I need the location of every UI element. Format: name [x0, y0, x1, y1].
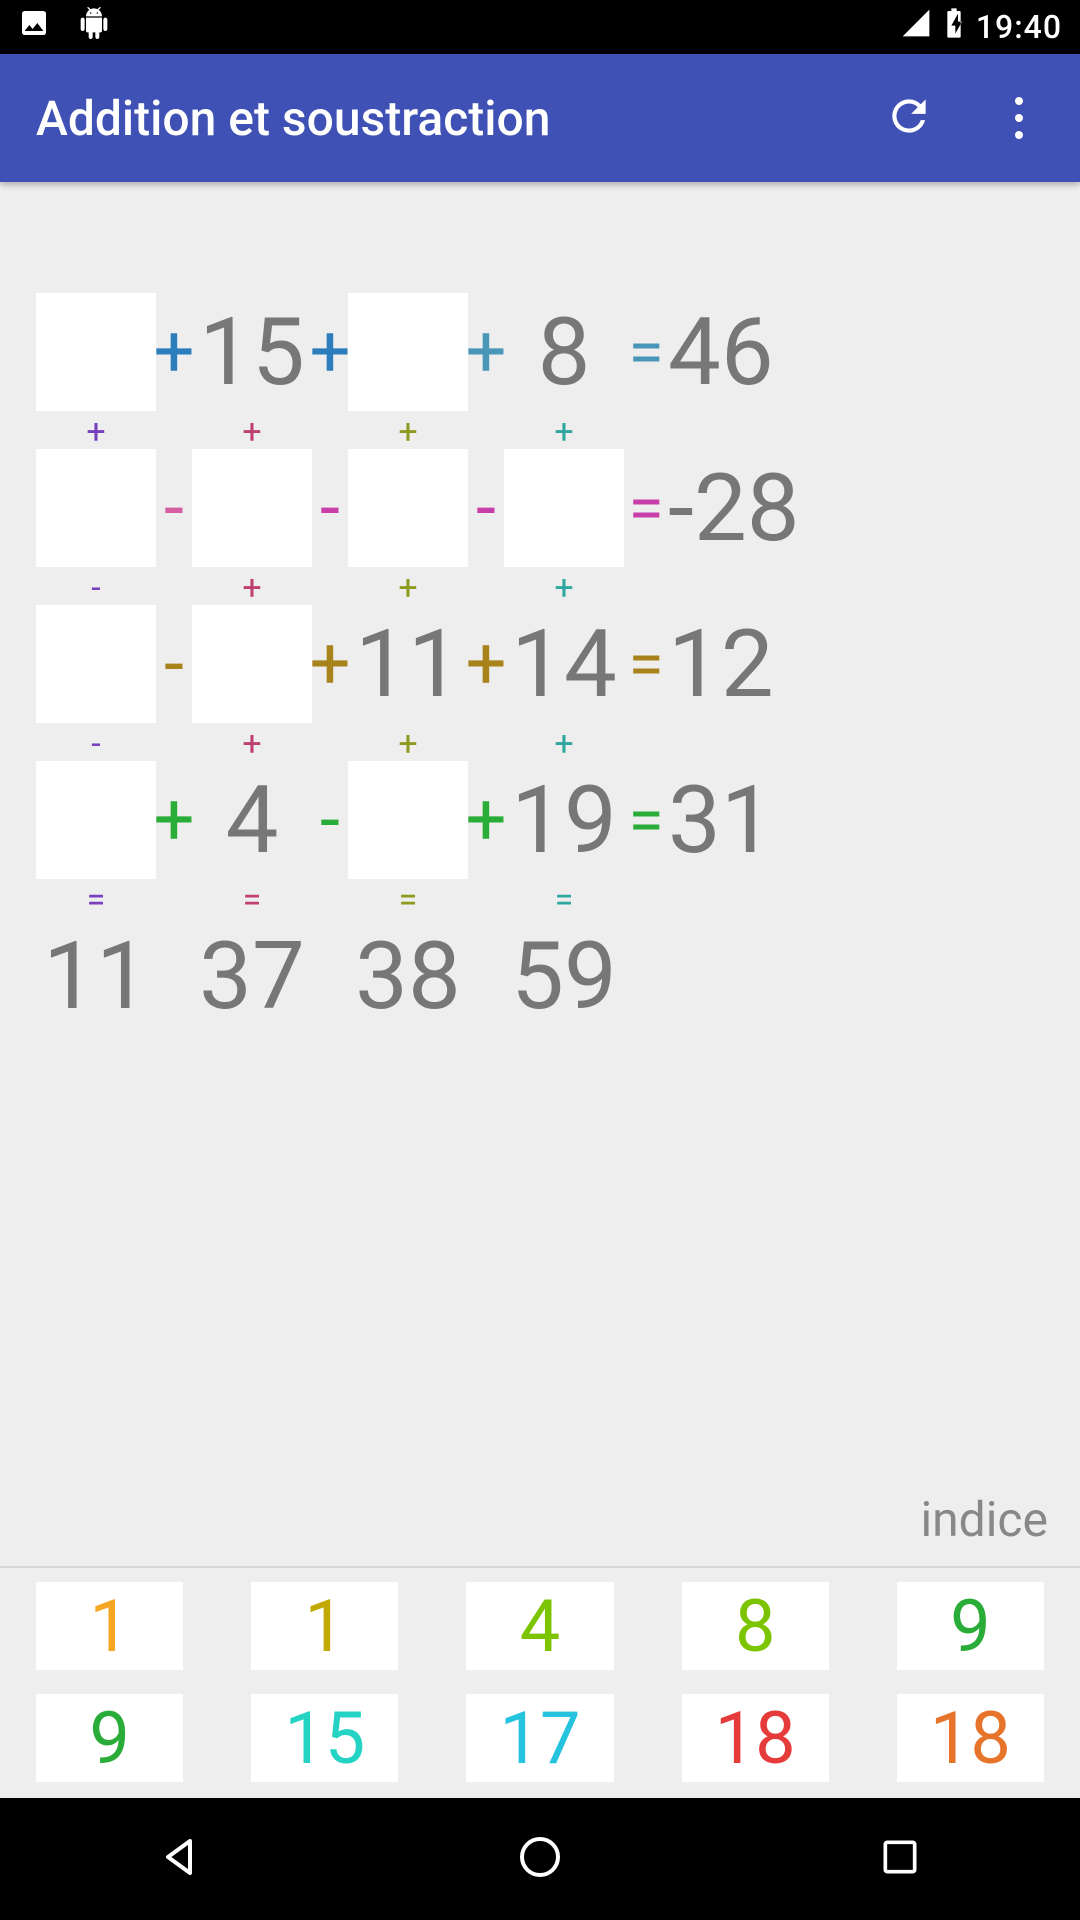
app-bar: Addition et soustraction [0, 54, 1080, 182]
refresh-icon [884, 91, 934, 145]
puzzle-input-cell[interactable] [192, 449, 312, 567]
tile[interactable]: 9 [36, 1694, 183, 1782]
equals-sign: = [628, 471, 663, 546]
puzzle-fixed-cell: 4 [192, 765, 312, 875]
puzzle-fixed-cell: 11 [348, 609, 468, 719]
circle-home-icon [516, 1833, 564, 1885]
tile-rack: 1 1 4 8 9 9 15 17 18 18 [0, 1566, 1080, 1798]
battery-charging-icon [944, 7, 964, 47]
op-plus: + [398, 724, 417, 764]
op-plus: + [554, 412, 573, 452]
op-minus: - [164, 628, 184, 700]
equals-sign: = [628, 783, 663, 858]
column-connector: - + + + [36, 568, 1044, 604]
puzzle-grid: + 15 + + 8 = 46 + + + + - - - = -28 [0, 182, 1080, 1473]
tile[interactable]: 17 [466, 1694, 613, 1782]
column-result: 11 [36, 921, 156, 1031]
op-plus: + [466, 784, 507, 856]
puzzle-row: + 4 - + 19 = 31 [36, 760, 1044, 880]
op-plus: + [310, 316, 351, 388]
column-result: 38 [348, 921, 468, 1031]
row-result: -28 [668, 453, 824, 563]
refresh-button[interactable] [854, 63, 964, 173]
op-plus: + [554, 568, 573, 608]
op-minus: - [91, 724, 100, 764]
op-plus: + [466, 316, 507, 388]
column-connector: + + + + [36, 412, 1044, 448]
overflow-menu-button[interactable] [964, 63, 1074, 173]
equals-sign: = [555, 880, 574, 920]
op-minus: - [164, 472, 184, 544]
op-minus: - [476, 472, 496, 544]
recent-apps-button[interactable] [790, 1809, 1010, 1909]
back-button[interactable] [70, 1809, 290, 1909]
puzzle-input-cell[interactable] [504, 449, 624, 567]
more-vert-icon [1015, 97, 1023, 139]
tile[interactable]: 18 [682, 1694, 829, 1782]
puzzle-row: - + 11 + 14 = 12 [36, 604, 1044, 724]
puzzle-input-cell[interactable] [36, 293, 156, 411]
puzzle-input-cell[interactable] [36, 605, 156, 723]
op-minus: - [320, 784, 340, 856]
puzzle-input-cell[interactable] [192, 605, 312, 723]
puzzle-row: - - - = -28 [36, 448, 1044, 568]
column-connector: - + + + [36, 724, 1044, 760]
puzzle-fixed-cell: 15 [192, 297, 312, 407]
puzzle-fixed-cell: 8 [504, 297, 624, 407]
row-result: 12 [668, 609, 824, 719]
status-bar: 19:40 [0, 0, 1080, 54]
tile[interactable]: 1 [36, 1582, 183, 1670]
equals-sign: = [87, 880, 106, 920]
equals-sign: = [399, 880, 418, 920]
op-plus: + [398, 412, 417, 452]
clock-text: 19:40 [976, 8, 1062, 46]
tile[interactable]: 15 [251, 1694, 398, 1782]
triangle-back-icon [156, 1833, 204, 1885]
op-plus: + [398, 568, 417, 608]
column-result: 59 [504, 921, 624, 1031]
square-recent-icon [878, 1835, 922, 1883]
tile[interactable]: 18 [897, 1694, 1044, 1782]
home-button[interactable] [430, 1809, 650, 1909]
puzzle-input-cell[interactable] [348, 293, 468, 411]
op-minus: - [320, 472, 340, 544]
picture-icon [18, 7, 50, 47]
op-plus: + [154, 316, 195, 388]
navigation-bar [0, 1798, 1080, 1920]
puzzle-input-cell[interactable] [36, 449, 156, 567]
op-plus: + [242, 724, 261, 764]
op-plus: + [86, 412, 105, 452]
op-plus: + [242, 568, 261, 608]
puzzle-row: + 15 + + 8 = 46 [36, 292, 1044, 412]
puzzle-input-cell[interactable] [348, 449, 468, 567]
op-plus: + [154, 784, 195, 856]
android-icon [78, 7, 110, 47]
hint-button[interactable]: indice [0, 1473, 1080, 1566]
op-plus: + [466, 628, 507, 700]
tile[interactable]: 8 [682, 1582, 829, 1670]
op-plus: + [554, 724, 573, 764]
row-result: 31 [668, 765, 824, 875]
puzzle-fixed-cell: 14 [504, 609, 624, 719]
tile[interactable]: 9 [897, 1582, 1044, 1670]
op-minus: - [91, 568, 100, 608]
equals-sign: = [628, 627, 663, 702]
equals-sign: = [628, 315, 663, 390]
row-result: 46 [668, 297, 824, 407]
op-plus: + [242, 412, 261, 452]
puzzle-fixed-cell: 19 [504, 765, 624, 875]
column-result: 37 [192, 921, 312, 1031]
tile[interactable]: 4 [466, 1582, 613, 1670]
main-content: + 15 + + 8 = 46 + + + + - - - = -28 [0, 182, 1080, 1798]
puzzle-input-cell[interactable] [36, 761, 156, 879]
column-results: 11 37 38 59 [36, 916, 1044, 1036]
puzzle-input-cell[interactable] [348, 761, 468, 879]
equals-sign: = [243, 880, 262, 920]
op-plus: + [310, 628, 351, 700]
column-equals: = = = = [36, 880, 1044, 916]
signal-icon [900, 7, 932, 47]
app-bar-title: Addition et soustraction [36, 90, 854, 147]
tile[interactable]: 1 [251, 1582, 398, 1670]
